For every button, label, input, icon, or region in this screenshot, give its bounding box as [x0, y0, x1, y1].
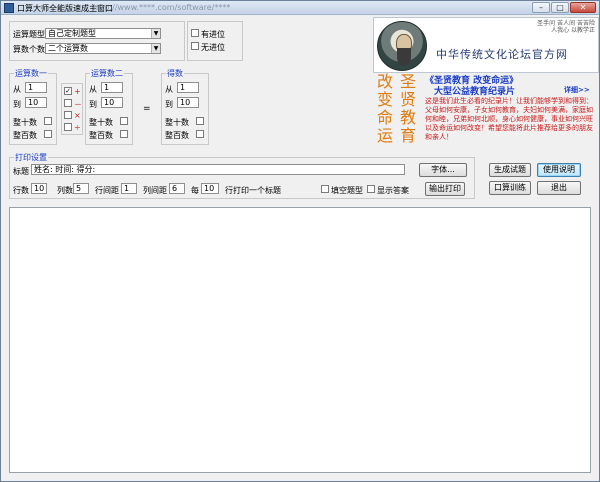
banner-small-text: 圣手问 苦人间 苦苦险 人我心 以教学正 — [537, 20, 595, 34]
every-input[interactable]: 10 — [201, 183, 219, 194]
close-button[interactable]: ✕ — [570, 2, 596, 13]
type-settings-group — [9, 21, 185, 61]
exit-button[interactable]: 退出 — [537, 181, 581, 195]
row-gap-label: 行间距 — [95, 186, 119, 195]
result-whole-ten-label: 整十数 — [165, 118, 189, 127]
maximize-button[interactable]: □ — [551, 2, 569, 13]
every-label: 每 — [191, 186, 199, 195]
operand2-whole-ten-label: 整十数 — [89, 118, 113, 127]
output-print-button[interactable]: 输出打印 — [425, 182, 465, 196]
operand2-to-label: 到 — [89, 100, 97, 109]
show-answer-checkbox[interactable] — [367, 185, 375, 193]
minimize-button[interactable]: – — [532, 2, 550, 13]
window-url: http://www.****.com/software/**** — [93, 3, 231, 12]
every-suffix-label: 行打印一个标题 — [225, 186, 281, 195]
operator-minus-checkbox[interactable] — [64, 99, 72, 107]
carry-group — [187, 21, 243, 61]
output-text-area[interactable] — [9, 207, 591, 473]
app-icon — [4, 3, 14, 13]
cols-label: 列数 — [57, 186, 73, 195]
result-from-input[interactable]: 1 — [177, 82, 199, 93]
cols-input[interactable]: 5 — [73, 183, 89, 194]
result-to-input[interactable]: 10 — [177, 97, 199, 108]
help-button[interactable]: 使用说明 — [537, 163, 581, 177]
confucius-portrait — [377, 21, 427, 71]
print-settings-title: 打印设置 — [14, 152, 48, 163]
operand1-to-input[interactable]: 10 — [25, 97, 47, 108]
operand1-whole-hundred-checkbox[interactable] — [44, 130, 52, 138]
result-whole-hundred-label: 整百数 — [165, 131, 189, 140]
operand1-title: 运算数一 — [14, 68, 48, 79]
chevron-down-icon: ▼ — [151, 44, 160, 53]
operand1-whole-hundred-label: 整百数 — [13, 131, 37, 140]
result-to-label: 到 — [165, 100, 173, 109]
promo-vertical-2: 改变命运 — [374, 73, 393, 145]
col-gap-input[interactable]: 6 — [169, 183, 185, 194]
maximize-icon: □ — [556, 3, 564, 12]
generate-button[interactable]: 生成试题 — [489, 163, 531, 177]
operator-multiply-label: × — [74, 111, 81, 120]
operand2-whole-hundred-label: 整百数 — [89, 131, 113, 140]
operand1-from-input[interactable]: 1 — [25, 82, 47, 93]
result-title: 得数 — [166, 68, 184, 79]
operator-multiply-checkbox[interactable] — [64, 111, 72, 119]
operand2-whole-ten-checkbox[interactable] — [120, 117, 128, 125]
chevron-down-icon: ▼ — [151, 29, 160, 38]
carry-checkbox[interactable] — [191, 29, 199, 37]
minimize-icon: – — [539, 3, 543, 12]
main-window: 口算大师全能版速成主窗口 http://www.****.com/softwar… — [0, 0, 600, 482]
promo-vertical-1: 圣贤教育 — [397, 73, 416, 145]
practice-button[interactable]: 口算训练 — [489, 181, 531, 195]
operator-minus-label: － — [74, 100, 82, 109]
equals-sign: = — [143, 104, 151, 114]
operand1-whole-ten-checkbox[interactable] — [44, 117, 52, 125]
operand2-from-label: 从 — [89, 85, 97, 94]
show-answer-label: 显示答案 — [377, 186, 409, 195]
rows-label: 行数 — [13, 186, 29, 195]
banner-title: 中华传统文化论坛官方网 — [436, 48, 568, 61]
operand1-whole-ten-label: 整十数 — [13, 118, 37, 127]
operator-plus-checkbox[interactable]: ✓ — [64, 87, 72, 95]
result-from-label: 从 — [165, 85, 173, 94]
promo-body: 这是我们此生必看的纪录片！让我们能够学到和得到：父母如何安康，子女如何教育，夫妇… — [425, 97, 593, 141]
blank-type-checkbox[interactable] — [321, 185, 329, 193]
promo-detail-link[interactable]: 详细>> — [564, 85, 590, 95]
type-select-value: 自己定制题型 — [48, 29, 96, 38]
count-label: 算数个数 — [13, 45, 45, 54]
operand1-from-label: 从 — [13, 85, 21, 94]
operator-plus-label: + — [74, 87, 81, 96]
print-heading-input[interactable]: 姓名: 时间: 得分: — [31, 164, 405, 175]
carry-label: 有进位 — [201, 30, 225, 39]
close-icon: ✕ — [579, 3, 587, 12]
operator-divide-label: ÷ — [74, 123, 81, 132]
operand2-whole-hundred-checkbox[interactable] — [120, 130, 128, 138]
result-whole-ten-checkbox[interactable] — [196, 117, 204, 125]
count-select-value: 二个运算数 — [48, 44, 88, 53]
no-carry-checkbox[interactable] — [191, 42, 199, 50]
col-gap-label: 列间距 — [143, 186, 167, 195]
operand1-to-label: 到 — [13, 100, 21, 109]
operand2-title: 运算数二 — [90, 68, 124, 79]
font-button[interactable]: 字体... — [419, 163, 467, 177]
operand2-from-input[interactable]: 1 — [101, 82, 123, 93]
print-heading-label: 标题 — [13, 167, 29, 176]
blank-type-label: 填空题型 — [331, 186, 363, 195]
count-select[interactable]: 二个运算数 ▼ — [45, 43, 161, 54]
row-gap-input[interactable]: 1 — [121, 183, 137, 194]
result-whole-hundred-checkbox[interactable] — [196, 130, 204, 138]
type-label: 运算题型 — [13, 30, 45, 39]
no-carry-label: 无进位 — [201, 43, 225, 52]
operand2-to-input[interactable]: 10 — [101, 97, 123, 108]
title-bar[interactable]: 口算大师全能版速成主窗口 http://www.****.com/softwar… — [1, 1, 599, 15]
operator-divide-checkbox[interactable] — [64, 123, 72, 131]
banner-ad[interactable]: 中华传统文化论坛官方网 圣手问 苦人间 苦苦险 人我心 以教学正 — [373, 17, 599, 73]
rows-input[interactable]: 10 — [31, 183, 47, 194]
promo-subheading: 大型公益教育纪录片 — [434, 87, 516, 97]
type-select[interactable]: 自己定制题型 ▼ — [45, 28, 161, 39]
